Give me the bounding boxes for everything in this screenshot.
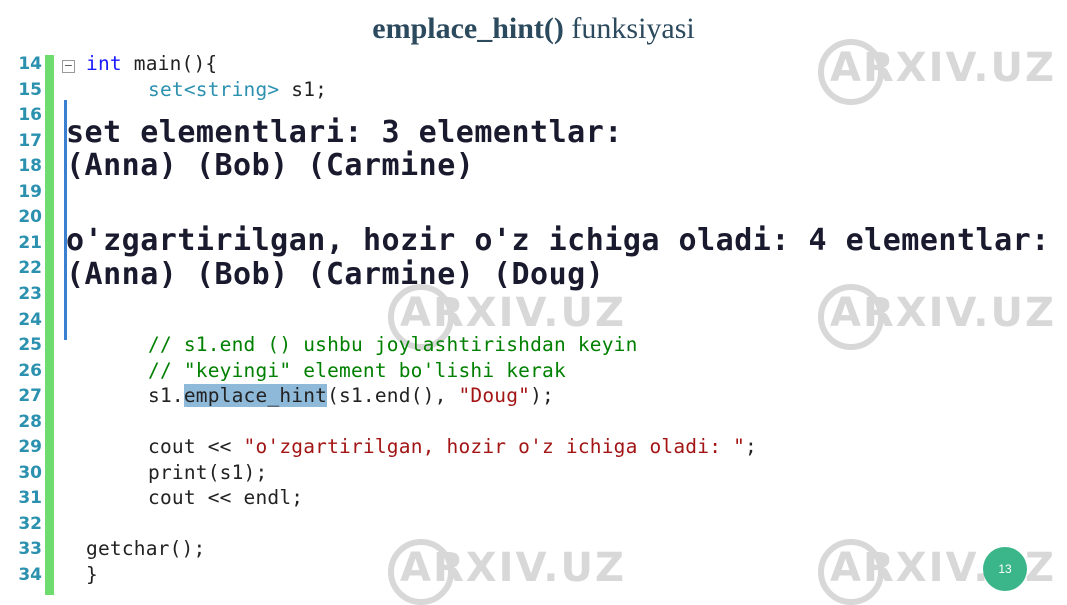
line-number: 19 <box>18 181 42 202</box>
line-number: 33 <box>18 539 42 560</box>
watermark-logo: ARXIV.UZ <box>818 284 1056 350</box>
line-number: 31 <box>18 488 42 509</box>
line-number: 22 <box>18 258 42 279</box>
watermark-logo: ARXIV.UZ <box>388 539 626 605</box>
line-number: 21 <box>18 232 42 253</box>
code-line: cout << endl; <box>148 486 303 509</box>
line-number: 26 <box>18 360 42 381</box>
console-output-line: o'zgartirilgan, hozir o'z ichiga oladi: … <box>66 223 1050 258</box>
code-line: int main(){ <box>86 52 217 75</box>
line-number: 17 <box>18 130 42 151</box>
code-token: int <box>86 52 122 75</box>
change-gutter <box>45 55 54 595</box>
line-number: 23 <box>18 283 42 304</box>
watermark-logo: ARXIV.UZ <box>818 39 1056 105</box>
page-number: 13 <box>983 547 1027 591</box>
code-token: "o'zgartirilgan, hozir o'z ichiga oladi:… <box>243 435 746 459</box>
code-token: ; <box>745 435 757 459</box>
code-line: getchar(); <box>86 537 205 560</box>
code-line: // "keyingi" element bo'lishi kerak <box>148 359 566 382</box>
console-output-line: (Anna) (Bob) (Carmine) <box>66 148 475 183</box>
line-number: 24 <box>18 309 42 330</box>
code-line: cout << "o'zgartirilgan, hozir o'z ichig… <box>148 435 757 458</box>
code-token: // "keyingi" element bo'lishi kerak <box>148 358 566 382</box>
code-line: set<string> s1; <box>148 78 327 101</box>
code-token: // s1.end () ushbu joylashtirishdan keyi… <box>148 333 638 357</box>
code-token: cout << <box>148 435 244 459</box>
line-number: 18 <box>18 156 42 177</box>
line-number: 27 <box>18 386 42 407</box>
code-token: emplace_hint <box>183 384 328 408</box>
line-number: 30 <box>18 462 42 483</box>
code-token: s1; <box>279 77 328 101</box>
line-number: 20 <box>18 207 42 228</box>
slide-title: emplace_hint() funksiyasi <box>0 12 1067 46</box>
code-line: } <box>86 563 98 586</box>
code-token: cout << endl; <box>148 486 304 510</box>
line-number: 34 <box>18 565 42 585</box>
line-number: 14 <box>18 54 42 74</box>
line-number: 29 <box>18 437 42 458</box>
watermark-logo: ARXIV.UZ <box>388 284 626 350</box>
code-token: print(s1); <box>148 460 268 484</box>
collapse-icon[interactable]: − <box>62 60 75 73</box>
line-number: 15 <box>18 79 42 100</box>
code-token: "Doug" <box>458 384 531 408</box>
code-token: (s1.end(), <box>327 384 459 408</box>
code-token: ); <box>530 384 554 408</box>
line-number: 25 <box>18 335 42 356</box>
code-line: s1.emplace_hint(s1.end(), "Doug"); <box>148 384 554 408</box>
title-rest: funksiyasi <box>563 12 695 45</box>
console-output-line: (Anna) (Bob) (Carmine) (Doug) <box>66 257 605 292</box>
code-token: } <box>86 563 98 586</box>
console-output-line: set elementlari: 3 elementlar: <box>66 115 623 150</box>
title-function: emplace_hint() <box>372 12 564 45</box>
code-token: main(){ <box>121 52 218 75</box>
code-line: // s1.end () ushbu joylashtirishdan keyi… <box>148 333 638 356</box>
code-line: print(s1); <box>148 461 267 484</box>
line-number: 28 <box>18 411 42 432</box>
line-number: 16 <box>18 105 42 126</box>
line-number: 32 <box>18 513 42 534</box>
code-token: s1. <box>148 384 184 408</box>
code-token: getchar(); <box>86 537 206 561</box>
code-token: set<string> <box>148 77 280 101</box>
